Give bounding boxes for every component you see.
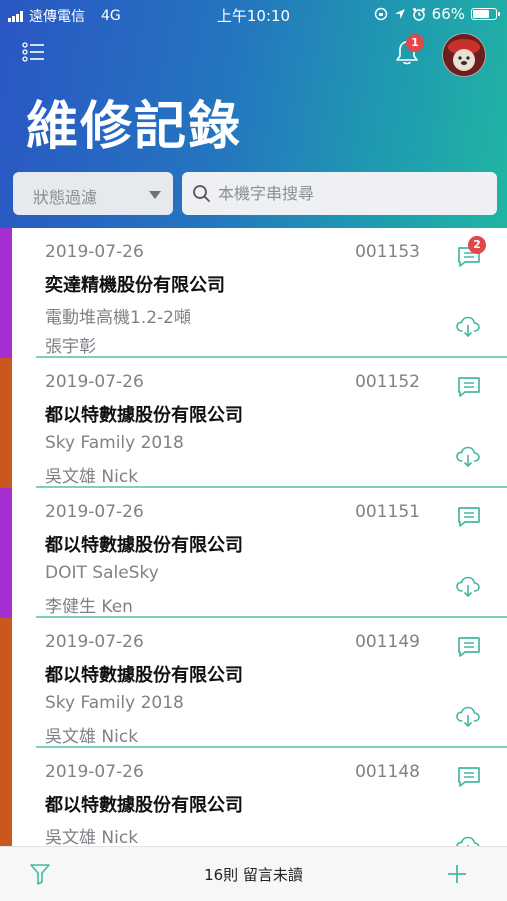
status-bar: 遠傳電信 4G 上午10:10 66% bbox=[0, 0, 507, 30]
chat-icon[interactable] bbox=[456, 505, 482, 533]
status-color-strip bbox=[0, 228, 12, 358]
company-name: 都以特數據股份有限公司 bbox=[45, 795, 243, 816]
alarm-icon bbox=[412, 8, 425, 21]
record-number: 001152 bbox=[355, 372, 420, 392]
message-count-badge: 2 bbox=[468, 236, 486, 254]
product-name: Sky Family 2018 bbox=[45, 433, 184, 453]
record-row[interactable]: 2019-07-26 001153 奕達精機股份有限公司 電動堆高機1.2-2噸 張宇彰… bbox=[0, 228, 507, 358]
record-date: 2019-07-26 bbox=[45, 762, 144, 782]
list-menu-icon[interactable] bbox=[22, 40, 46, 64]
product-name: Sky Family 2018 bbox=[45, 693, 184, 713]
record-row[interactable]: 2019-07-26 001151 都以特數據股份有限公司 DOIT SaleSky 李… bbox=[0, 488, 507, 618]
cloud-download-icon[interactable] bbox=[455, 576, 481, 602]
record-number: 001153 bbox=[355, 242, 420, 262]
record-number: 001151 bbox=[355, 502, 420, 522]
chat-icon[interactable] bbox=[456, 375, 482, 403]
cloud-download-icon[interactable] bbox=[455, 706, 481, 732]
status-color-strip bbox=[0, 358, 12, 488]
unread-messages-link[interactable]: 16則 留言未讀 bbox=[0, 864, 507, 885]
person-name: 吳文雄 Nick bbox=[45, 467, 139, 487]
record-date: 2019-07-26 bbox=[45, 632, 144, 652]
status-color-strip bbox=[0, 488, 12, 618]
chat-icon[interactable] bbox=[456, 765, 482, 793]
product-name: DOIT SaleSky bbox=[45, 563, 159, 583]
location-icon bbox=[394, 9, 405, 19]
person-name: 李健生 Ken bbox=[45, 597, 133, 617]
cloud-download-icon[interactable] bbox=[455, 446, 481, 472]
person-name: 吳文雄 Nick bbox=[45, 828, 139, 848]
app-header: 遠傳電信 4G 上午10:10 66% 1 維修記錄 狀態過濾 bbox=[0, 0, 507, 228]
company-name: 都以特數據股份有限公司 bbox=[45, 535, 243, 556]
status-filter-label: 狀態過濾 bbox=[33, 188, 98, 207]
battery-icon bbox=[471, 8, 500, 20]
search-box[interactable] bbox=[182, 172, 497, 215]
record-date: 2019-07-26 bbox=[45, 372, 144, 392]
company-name: 都以特數據股份有限公司 bbox=[45, 405, 243, 426]
notification-badge: 1 bbox=[406, 34, 424, 52]
record-number: 001148 bbox=[355, 762, 420, 782]
plus-icon[interactable] bbox=[446, 863, 468, 885]
person-name: 吳文雄 Nick bbox=[45, 727, 139, 747]
record-date: 2019-07-26 bbox=[45, 502, 144, 522]
chat-icon[interactable] bbox=[456, 635, 482, 663]
record-date: 2019-07-26 bbox=[45, 242, 144, 262]
status-filter-dropdown[interactable]: 狀態過濾 bbox=[13, 172, 173, 215]
page-title: 維修記錄 bbox=[26, 97, 243, 157]
bottom-bar: 16則 留言未讀 bbox=[0, 846, 507, 901]
record-number: 001149 bbox=[355, 632, 420, 652]
caret-down-icon bbox=[149, 191, 161, 199]
battery-percent: 66% bbox=[431, 5, 465, 23]
company-name: 都以特數據股份有限公司 bbox=[45, 665, 243, 686]
product-name: 電動堆高機1.2-2噸 bbox=[45, 308, 191, 328]
person-name: 張宇彰 bbox=[45, 337, 96, 357]
status-color-strip bbox=[0, 618, 12, 748]
record-row[interactable]: 2019-07-26 001149 都以特數據股份有限公司 Sky Family 20… bbox=[0, 618, 507, 748]
search-input[interactable] bbox=[216, 172, 488, 215]
record-row[interactable]: 2019-07-26 001152 都以特數據股份有限公司 Sky Family 20… bbox=[0, 358, 507, 488]
search-icon bbox=[193, 185, 210, 202]
cloud-download-icon[interactable] bbox=[455, 316, 481, 342]
rotation-lock-icon bbox=[374, 7, 387, 21]
avatar[interactable] bbox=[442, 33, 486, 77]
company-name: 奕達精機股份有限公司 bbox=[45, 275, 225, 296]
